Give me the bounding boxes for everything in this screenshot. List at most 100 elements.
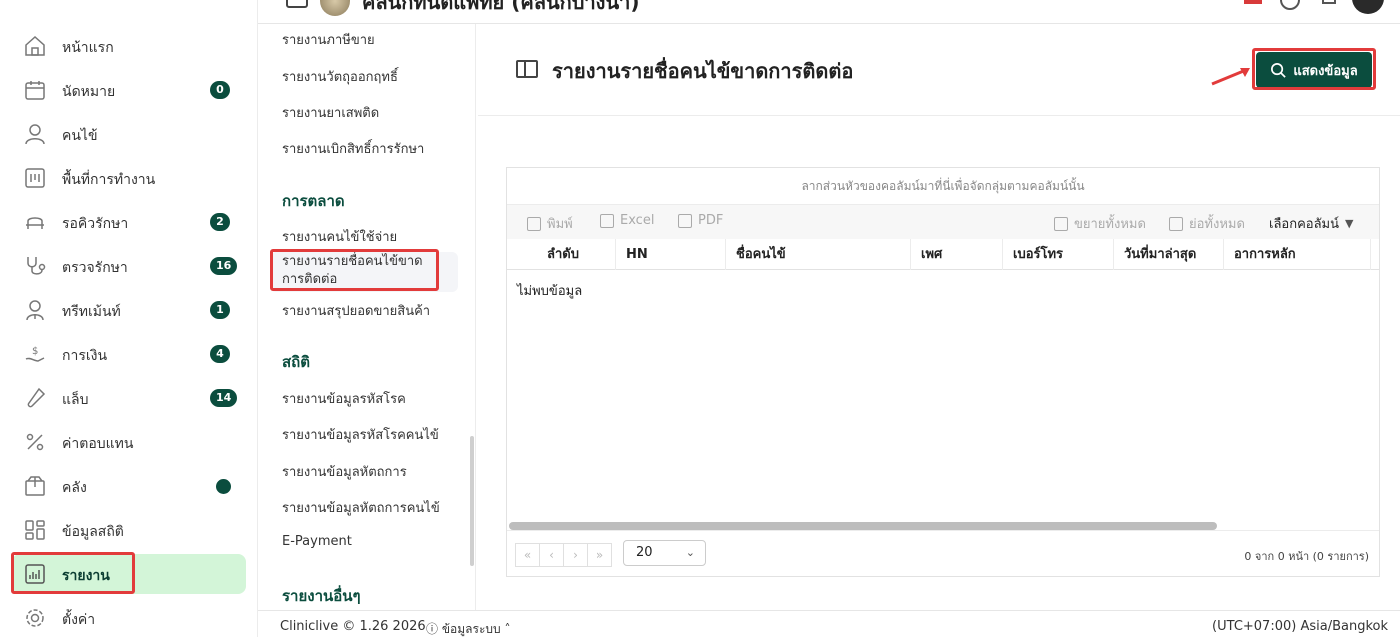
column-header[interactable]: ลำดับ [507, 239, 616, 270]
bar-chart-icon [25, 564, 45, 584]
sidebar-item-settings[interactable]: ตั้งค่า [12, 598, 246, 637]
sidebar-item-label: ทรีทเม้นท์ [62, 304, 121, 320]
column-header[interactable]: ชื่อคนไข้ [726, 239, 911, 270]
submenu-link[interactable]: รายงานคนไข้ใช้จ่าย [282, 226, 397, 247]
expand-all-button[interactable]: ขยายทั้งหมด [1054, 213, 1146, 234]
page-size-select[interactable]: 20 ⌄ [623, 540, 706, 566]
sidebar-item-label: ข้อมูลสถิติ [62, 524, 124, 540]
sidebar-toggle-icon[interactable] [286, 0, 308, 8]
book-icon [516, 60, 538, 78]
next-page-button[interactable]: › [563, 543, 588, 567]
help-icon[interactable] [1280, 0, 1300, 10]
column-header[interactable]: เพศ [911, 239, 1003, 270]
page-title: รายงานรายชื่อคนไข้ขาดการติดต่อ [552, 59, 854, 83]
collapse-all-label: ย่อทั้งหมด [1189, 217, 1245, 232]
count-badge: 4 [210, 345, 230, 363]
section-title-marketing: การตลาด [282, 192, 345, 210]
show-data-button[interactable]: แสดงข้อมูล [1256, 52, 1372, 88]
column-header[interactable]: เบอร์โทร [1003, 239, 1114, 270]
calendar-icon [25, 81, 45, 100]
box-icon [25, 476, 45, 496]
submenu-link[interactable]: รายงานยาเสพติด [282, 102, 379, 123]
first-page-button[interactable]: « [515, 543, 540, 567]
sidebar-item-commission[interactable]: ค่าตอบแทน [12, 422, 246, 462]
sidebar-item-queue[interactable]: รอคิวรักษา 2 [12, 202, 246, 242]
group-panel-hint[interactable]: ลากส่วนหัวของคอลัมน์มาที่นี่เพื่อจัดกลุ่… [507, 168, 1379, 205]
collapse-icon [1169, 216, 1183, 231]
submenu-link[interactable]: รายงานเบิกสิทธิ์การรักษา [282, 138, 424, 159]
home-icon [25, 35, 45, 56]
sidebar-item-inventory[interactable]: คลัง [12, 466, 246, 506]
sidebar-item-label: ตั้งค่า [62, 612, 96, 628]
horizontal-scrollbar[interactable] [509, 522, 1217, 530]
pager-info: 0 จาก 0 หน้า (0 รายการ) [1244, 550, 1369, 563]
print-button[interactable]: พิมพ์ [527, 213, 573, 234]
expand-all-label: ขยายทั้งหมด [1074, 217, 1146, 232]
svg-text:$: $ [32, 346, 38, 357]
column-header[interactable]: HN [616, 239, 726, 270]
pdf-button[interactable]: PDF [678, 213, 723, 228]
dental-chair-icon [26, 217, 44, 229]
submenu-link[interactable]: รายงานวัตถุออกฤทธิ์ [282, 66, 398, 87]
pager-buttons: « ‹ › » [515, 543, 612, 567]
sidebar-item-label: ตรวจรักษา [62, 260, 128, 276]
workspace-icon [25, 168, 45, 188]
submenu-link[interactable]: รายงานภาษีขาย [282, 29, 375, 50]
system-info-label: ข้อมูลระบบ [441, 622, 501, 636]
submenu-link[interactable]: รายงานข้อมูลรหัสโรค [282, 388, 406, 409]
user-icon [25, 124, 45, 145]
excel-button[interactable]: Excel [600, 213, 654, 228]
choose-columns-label: เลือกคอลัมน์ [1269, 217, 1340, 232]
system-info-link[interactable]: ⓘ ข้อมูลระบบ ˄ [426, 620, 510, 637]
expand-icon [1054, 216, 1068, 231]
excel-icon [600, 213, 614, 228]
printer-icon [527, 216, 541, 231]
sidebar-item-statistics[interactable]: ข้อมูลสถิติ [12, 510, 246, 550]
caret-down-icon: ▼ [1345, 217, 1354, 230]
sidebar-item-home[interactable]: หน้าแรก [12, 26, 246, 66]
submenu-link[interactable]: รายงานข้อมูลหัตถการคนไข้ [282, 497, 440, 518]
notification-flag-icon[interactable] [1244, 0, 1262, 4]
submenu-link[interactable]: E-Payment [282, 534, 352, 549]
section-title-other: รายงานอื่นๆ [282, 587, 361, 605]
column-header[interactable]: อาการหลัก [1224, 239, 1371, 270]
prev-page-button[interactable]: ‹ [539, 543, 564, 567]
submenu-link[interactable]: รายงานข้อมูลรหัสโรคคนไข้ [282, 424, 439, 445]
page-size-value: 20 [636, 545, 653, 560]
doctor-icon [26, 300, 44, 321]
print-label: พิมพ์ [547, 217, 573, 232]
sidebar-item-label: แล็บ [62, 392, 89, 408]
bell-icon[interactable] [1322, 0, 1336, 4]
excel-label: Excel [620, 213, 655, 228]
sidebar-item-label: นัดหมาย [62, 84, 116, 100]
collapse-all-button[interactable]: ย่อทั้งหมด [1169, 213, 1245, 234]
submenu-link[interactable]: รายงานข้อมูลหัตถการ [282, 461, 407, 482]
grid-icon [25, 520, 45, 540]
pdf-label: PDF [698, 213, 724, 228]
sidebar-item-patients[interactable]: คนไข้ [12, 114, 246, 154]
count-badge: 2 [210, 213, 230, 231]
column-header[interactable]: วันที่มาล่าสุด [1114, 239, 1224, 270]
sidebar-item-finance[interactable]: $ การเงิน 4 [12, 334, 246, 374]
sidebar-item-examination[interactable]: ตรวจรักษา 16 [12, 246, 246, 286]
sidebar-item-appointments[interactable]: นัดหมาย 0 [12, 70, 246, 110]
submenu-link[interactable]: รายงานสรุปยอดขายสินค้า [282, 300, 430, 321]
sidebar-item-label: คลัง [62, 480, 87, 496]
sidebar-item-workspace[interactable]: พื้นที่การทำงาน [12, 158, 246, 198]
sidebar-item-label: คนไข้ [62, 128, 98, 144]
sidebar-item-treatment[interactable]: ทรีทเม้นท์ 1 [12, 290, 246, 330]
gear-icon [26, 609, 44, 627]
sidebar-item-label: ค่าตอบแทน [62, 436, 134, 452]
caret-up-icon: ˄ [500, 622, 511, 636]
choose-columns-button[interactable]: เลือกคอลัมน์ ▼ [1269, 213, 1353, 234]
user-avatar[interactable] [1352, 0, 1384, 14]
submenu-link-active[interactable]: รายงานรายชื่อคนไข้ขาดการติดต่อ [282, 253, 442, 289]
last-page-button[interactable]: » [587, 543, 612, 567]
clinic-title: คลินิกทันตแพทย์ (คลินิกบางนา) [362, 0, 640, 14]
submenu-scrollbar[interactable] [470, 436, 474, 566]
arrow-annotation-icon [1211, 68, 1250, 86]
report-submenu: รายงานภาษีขาย รายงานวัตถุออกฤทธิ์ รายงาน… [258, 24, 476, 610]
report-grid: ลากส่วนหัวของคอลัมน์มาที่นี่เพื่อจัดกลุ่… [506, 167, 1380, 577]
sidebar-item-lab[interactable]: แล็บ 14 [12, 378, 246, 418]
sidebar-item-reports[interactable]: รายงาน [12, 554, 246, 594]
